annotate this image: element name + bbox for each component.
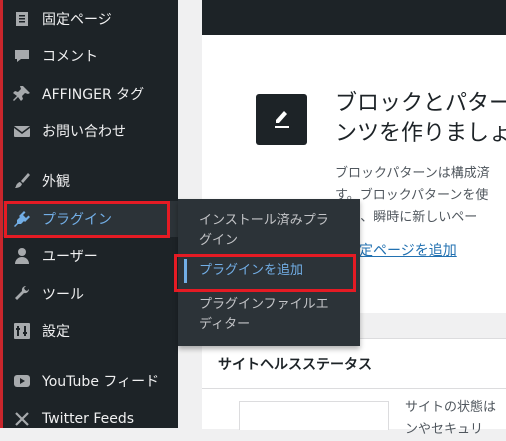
- user-icon: [12, 246, 32, 266]
- sidebar-item-tools[interactable]: ツール: [3, 276, 178, 312]
- sidebar-item-label: ツール: [42, 287, 84, 303]
- site-health-header: サイトヘルスステータス: [202, 339, 506, 389]
- sidebar-item-twitter-feeds[interactable]: Twitter Feeds: [3, 401, 178, 437]
- youtube-icon: [12, 371, 32, 391]
- twitter-icon: [12, 409, 32, 429]
- sidebar-item-label: 固定ページ: [42, 12, 112, 28]
- welcome-heading: ブロックとパター ンツを作りましょ: [335, 91, 506, 146]
- dark-banner: [202, 0, 506, 35]
- sidebar-item-label: Twitter Feeds: [42, 411, 135, 427]
- sidebar-item-pages[interactable]: 固定ページ: [3, 1, 178, 37]
- sidebar-item-label: ユーザー: [42, 249, 98, 265]
- sidebar-item-label: AFFINGER タグ: [42, 87, 145, 103]
- sidebar-item-label: お問い合わせ: [42, 124, 126, 140]
- site-health-graphic: [239, 401, 389, 430]
- sidebar-item-label: コメント: [42, 49, 98, 65]
- submenu-plugin-file-editor[interactable]: プラグインファイルエ ディター: [199, 295, 357, 335]
- sidebar-item-contact[interactable]: お問い合わせ: [3, 113, 178, 149]
- site-health-text: サイトの状態は ンやセキュリ: [405, 400, 497, 437]
- site-health-title: サイトヘルスステータス: [218, 357, 372, 373]
- sidebar-item-label: 外観: [42, 174, 70, 190]
- pin-icon: [12, 84, 32, 104]
- pen-icon: [256, 94, 307, 145]
- site-health-widget: サイトヘルスステータス サイトの状態は ンやセキュリ: [202, 338, 506, 437]
- welcome-description: ブロックパターンは構成済 す。ブロックパターンを使 より、瞬時に新しいペー: [335, 166, 490, 225]
- wrench-icon: [12, 284, 32, 304]
- brush-icon: [12, 171, 32, 191]
- comment-icon: [12, 46, 32, 66]
- mail-icon: [12, 121, 32, 141]
- sidebar-item-appearance[interactable]: 外観: [3, 163, 178, 199]
- sidebar-item-label: YouTube フィード: [42, 374, 160, 390]
- sidebar-item-youtube-feed[interactable]: YouTube フィード: [3, 363, 178, 399]
- add-plugin-highlight: [174, 254, 356, 292]
- sidebar-item-label: 設定: [42, 324, 70, 340]
- sidebar-item-affinger-tag[interactable]: AFFINGER タグ: [3, 76, 178, 112]
- sidebar-item-users[interactable]: ユーザー: [3, 238, 178, 274]
- add-page-link[interactable]: 固定ページを追加: [345, 240, 457, 260]
- submenu-installed-plugins[interactable]: インストール済みプラ グイン: [199, 211, 357, 251]
- settings-icon: [12, 321, 32, 341]
- plugin-menu-highlight: [4, 201, 170, 238]
- page-icon: [12, 9, 32, 29]
- sidebar-item-settings[interactable]: 設定: [3, 313, 178, 349]
- sidebar-item-comments[interactable]: コメント: [3, 38, 178, 74]
